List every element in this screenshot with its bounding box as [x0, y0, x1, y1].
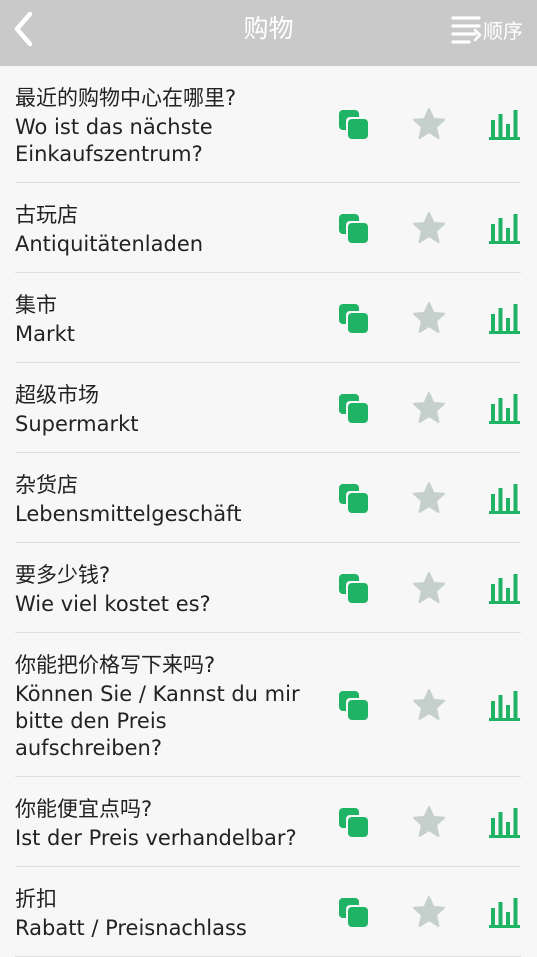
- stats-button[interactable]: [488, 805, 522, 839]
- star-icon: [413, 391, 445, 423]
- stats-button[interactable]: [488, 107, 522, 141]
- phrase-german: Wo ist das nächste Einkaufszentrum?: [15, 115, 213, 166]
- favorite-button[interactable]: [412, 571, 446, 605]
- phrase-text: 杂货店 Lebensmittelgeschäft: [15, 453, 320, 542]
- copy-icon: [339, 897, 368, 927]
- copy-icon: [339, 690, 368, 720]
- phrase-text: 折扣 Rabatt / Preisnachlass: [15, 867, 320, 956]
- copy-icon: [339, 393, 368, 423]
- copy-button[interactable]: [336, 481, 370, 515]
- chevron-left-icon: [14, 11, 33, 47]
- favorite-button[interactable]: [412, 895, 446, 929]
- star-icon: [413, 805, 445, 837]
- copy-icon: [339, 303, 368, 333]
- star-icon: [413, 301, 445, 333]
- bar-chart-icon: [489, 573, 520, 604]
- favorite-button[interactable]: [412, 481, 446, 515]
- copy-button[interactable]: [336, 391, 370, 425]
- phrase-text: 最近的购物中心在哪里? Wo ist das nächste Einkaufsz…: [15, 66, 320, 182]
- star-icon: [413, 481, 445, 513]
- copy-button[interactable]: [336, 211, 370, 245]
- favorite-button[interactable]: [412, 688, 446, 722]
- stats-button[interactable]: [488, 481, 522, 515]
- phrase-text: 超级市场 Supermarkt: [15, 363, 320, 452]
- star-icon: [413, 571, 445, 603]
- phrase-text: 你能便宜点吗? Ist der Preis verhandelbar?: [15, 777, 320, 866]
- copy-button[interactable]: [336, 688, 370, 722]
- phrase-text: 你能把价格写下来吗? Können Sie / Kannst du mir bi…: [15, 633, 320, 776]
- phrase-text: 要多少钱? Wie viel kostet es?: [15, 543, 320, 632]
- phrase-chinese: 集市: [15, 293, 57, 317]
- phrase-text: 集市 Markt: [15, 273, 320, 362]
- stats-button[interactable]: [488, 211, 522, 245]
- phrase-row-5[interactable]: 杂货店 Lebensmittelgeschäft: [15, 453, 521, 543]
- phrase-chinese: 你能便宜点吗?: [15, 797, 153, 821]
- copy-icon: [339, 807, 368, 837]
- phrase-german: Wie viel kostet es?: [15, 592, 211, 616]
- copy-button[interactable]: [336, 805, 370, 839]
- phrase-chinese: 杂货店: [15, 473, 78, 497]
- bar-chart-icon: [489, 213, 520, 244]
- phrase-list: 最近的购物中心在哪里? Wo ist das nächste Einkaufsz…: [0, 66, 537, 957]
- copy-button[interactable]: [336, 107, 370, 141]
- phrase-chinese: 折扣: [15, 887, 57, 911]
- sort-list-icon: [451, 16, 482, 44]
- stats-button[interactable]: [488, 895, 522, 929]
- bar-chart-icon: [489, 483, 520, 514]
- bar-chart-icon: [489, 303, 520, 334]
- bar-chart-icon: [489, 110, 520, 140]
- phrase-row-4[interactable]: 超级市场 Supermarkt: [15, 363, 521, 453]
- phrase-chinese: 超级市场: [15, 383, 99, 407]
- phrase-german: Supermarkt: [15, 412, 139, 436]
- copy-icon: [339, 573, 368, 603]
- phrase-german: Können Sie / Kannst du mir bitte den Pre…: [15, 682, 300, 760]
- phrase-chinese: 最近的购物中心在哪里?: [15, 86, 237, 110]
- favorite-button[interactable]: [412, 107, 446, 141]
- copy-button[interactable]: [336, 571, 370, 605]
- phrase-chinese: 要多少钱?: [15, 563, 111, 587]
- favorite-button[interactable]: [412, 391, 446, 425]
- favorite-button[interactable]: [412, 211, 446, 245]
- star-icon: [413, 895, 445, 927]
- stats-button[interactable]: [488, 301, 522, 335]
- star-icon: [413, 211, 445, 243]
- phrase-row-8[interactable]: 你能便宜点吗? Ist der Preis verhandelbar?: [15, 777, 521, 867]
- bar-chart-icon: [489, 690, 520, 721]
- phrase-chinese: 你能把价格写下来吗?: [15, 653, 216, 677]
- stats-button[interactable]: [488, 688, 522, 722]
- phrase-row-3[interactable]: 集市 Markt: [15, 273, 521, 363]
- star-icon: [413, 688, 445, 720]
- sort-label: 顺序: [483, 18, 523, 43]
- phrase-german: Lebensmittelgeschäft: [15, 502, 242, 526]
- favorite-button[interactable]: [412, 301, 446, 335]
- phrase-row-9[interactable]: 折扣 Rabatt / Preisnachlass: [15, 867, 521, 957]
- phrase-row-6[interactable]: 要多少钱? Wie viel kostet es?: [15, 543, 521, 633]
- phrase-german: Ist der Preis verhandelbar?: [15, 826, 297, 850]
- phrase-german: Rabatt / Preisnachlass: [15, 916, 247, 940]
- back-button[interactable]: [8, 10, 40, 48]
- phrase-german: Antiquitätenladen: [15, 232, 204, 256]
- sort-button[interactable]: 顺序: [451, 12, 523, 46]
- bar-chart-icon: [489, 393, 520, 424]
- phrase-text: 古玩店 Antiquitätenladen: [15, 183, 320, 272]
- favorite-button[interactable]: [412, 805, 446, 839]
- phrase-row-7[interactable]: 你能把价格写下来吗? Können Sie / Kannst du mir bi…: [15, 633, 521, 777]
- bar-chart-icon: [489, 807, 520, 838]
- copy-icon: [339, 213, 368, 243]
- phrase-chinese: 古玩店: [15, 203, 78, 227]
- app-header: 购物 顺序: [0, 0, 537, 66]
- copy-icon: [339, 483, 368, 513]
- star-icon: [413, 108, 445, 139]
- copy-button[interactable]: [336, 301, 370, 335]
- phrase-row-1[interactable]: 最近的购物中心在哪里? Wo ist das nächste Einkaufsz…: [15, 66, 521, 183]
- copy-icon: [339, 110, 368, 139]
- phrase-row-2[interactable]: 古玩店 Antiquitätenladen: [15, 183, 521, 273]
- bar-chart-icon: [489, 897, 520, 928]
- stats-button[interactable]: [488, 391, 522, 425]
- phrase-german: Markt: [15, 322, 76, 346]
- stats-button[interactable]: [488, 571, 522, 605]
- copy-button[interactable]: [336, 895, 370, 929]
